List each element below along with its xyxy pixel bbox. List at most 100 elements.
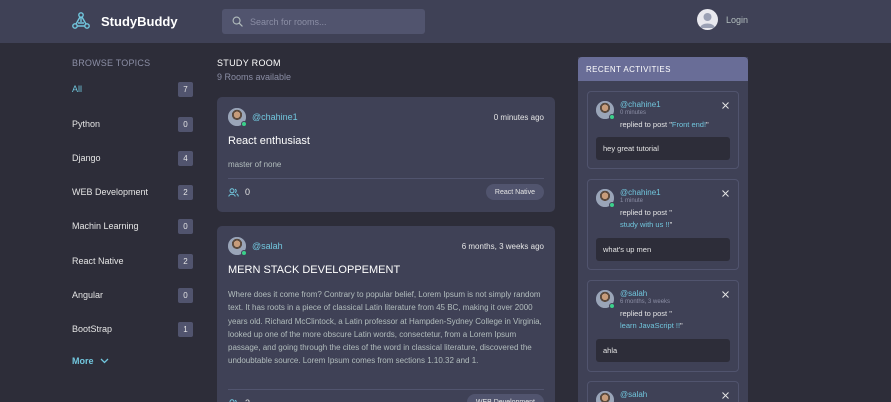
activity-username[interactable]: @salah [620, 390, 647, 399]
topic-item-react-native[interactable]: React Native 2 [72, 253, 193, 269]
browse-topics-title: BROWSE TOPICS [72, 58, 151, 68]
activity-item: @salah 6 months, 3 weeks replied to post… [587, 280, 739, 372]
search-icon [232, 16, 243, 27]
topic-label: WEB Development [72, 187, 149, 197]
close-icon[interactable] [722, 102, 729, 109]
topic-label: Python [72, 119, 101, 129]
online-status-icon [241, 121, 247, 127]
activity-post-link[interactable]: study with us !! [620, 220, 670, 229]
activity-action: replied to post " [620, 309, 672, 318]
more-topics-button[interactable]: More [72, 356, 109, 366]
topic-item-bootstrap[interactable]: BootStrap 1 [72, 321, 193, 337]
topic-count-badge: 0 [178, 218, 193, 234]
study-room-heading: STUDY ROOM [217, 58, 281, 68]
topic-count-badge: 7 [178, 81, 193, 97]
topic-label: All [72, 84, 83, 94]
activity-action-text: replied to post "Front end!" [620, 119, 709, 131]
activity-time: 0 minutes [620, 110, 647, 116]
host-username: @salah [252, 241, 283, 251]
activity-action: replied to post " [620, 120, 672, 129]
topic-label: Machin Learning [72, 221, 139, 231]
recent-activities-title: RECENT ACTIVITIES [578, 57, 748, 81]
activity-post-link[interactable]: learn JavaScript !! [620, 321, 680, 330]
topic-item-all[interactable]: All 7 [72, 81, 193, 97]
app-logo[interactable]: StudyBuddy [71, 11, 178, 31]
topic-item-python[interactable]: Python 0 [72, 116, 193, 132]
participants-icon [228, 187, 239, 197]
participants-number: 0 [245, 187, 251, 197]
room-description: master of none [228, 160, 282, 169]
activity-username[interactable]: @salah [620, 289, 647, 298]
topic-label: Angular [72, 290, 104, 300]
close-icon[interactable] [722, 392, 729, 399]
search-input[interactable] [250, 16, 420, 27]
topic-count-badge: 2 [178, 184, 193, 200]
rooms-available-count: 9 Rooms available [217, 72, 292, 82]
close-icon[interactable] [722, 190, 729, 197]
room-title[interactable]: React enthusiast [228, 135, 310, 147]
topic-item-angular[interactable]: Angular 0 [72, 287, 193, 303]
activity-time: 1 minute [620, 198, 644, 204]
chevron-down-icon [100, 358, 108, 364]
activity-post-suffix: " [669, 220, 673, 229]
activity-action-text: replied to post " study with us !!" [620, 207, 672, 231]
room-topic-tag[interactable]: WEB Development [466, 394, 544, 402]
card-divider [228, 178, 544, 179]
topic-count-badge: 0 [178, 116, 193, 132]
activity-reply: hey great tutorial [596, 137, 730, 160]
topic-item-web-development[interactable]: WEB Development 2 [72, 184, 193, 200]
close-icon[interactable] [722, 291, 729, 298]
app-name: StudyBuddy [101, 13, 178, 29]
participants-number: 2 [245, 398, 250, 402]
login-link[interactable]: Login [697, 9, 748, 30]
user-avatar-icon [228, 237, 247, 256]
participants-count: 0 [228, 187, 250, 197]
room-title[interactable]: MERN STACK DEVELOPPEMENT [228, 264, 400, 276]
login-label: Login [726, 14, 749, 25]
room-description: Where does it come from? Contrary to pop… [228, 290, 542, 366]
topic-label: React Native [72, 256, 124, 266]
activity-time: 6 months, 3 weeks [620, 299, 671, 305]
room-timestamp: 0 minutes ago [493, 113, 544, 122]
online-status-icon [609, 202, 615, 208]
room-card[interactable]: @chahine1 0 minutes ago React enthusiast… [217, 97, 555, 212]
topic-item-machine-learning[interactable]: Machin Learning 0 [72, 218, 193, 234]
participants-icon [229, 398, 237, 402]
recent-activities-panel: RECENT ACTIVITIES @chahine1 0 minutes re… [578, 57, 748, 402]
room-topic-tag[interactable]: React Native [485, 184, 544, 200]
user-avatar-icon [228, 108, 247, 127]
room-timestamp: 6 months, 3 weeks ago [461, 242, 544, 251]
topic-item-django[interactable]: Django 4 [72, 150, 193, 166]
topic-count-badge: 1 [178, 321, 193, 337]
room-host[interactable]: @salah [228, 237, 283, 256]
topic-count-badge: 4 [178, 150, 193, 166]
user-avatar-icon [596, 290, 615, 309]
activity-action: replied to post " [620, 208, 672, 217]
activity-username[interactable]: @chahine1 [620, 188, 661, 197]
activity-item: @chahine1 0 minutes replied to post "Fro… [587, 91, 739, 169]
user-avatar-icon [596, 101, 615, 120]
activity-username[interactable]: @chahine1 [620, 100, 661, 109]
top-navbar: StudyBuddy Login [0, 0, 891, 43]
topic-label: Django [72, 153, 101, 163]
card-divider [228, 389, 544, 390]
activity-item: @chahine1 1 minute replied to post " stu… [587, 179, 739, 270]
topic-label: BootStrap [72, 324, 113, 334]
host-username: @chahine1 [252, 112, 298, 122]
activity-post-suffix: " [680, 321, 683, 330]
room-card[interactable]: @salah 6 months, 3 weeks ago MERN STACK … [217, 226, 555, 402]
activity-reply: what's up men [596, 238, 730, 261]
topic-count-badge: 2 [178, 253, 193, 269]
activity-item: @salah [587, 381, 739, 402]
search-bar[interactable] [222, 9, 425, 34]
user-avatar-icon [596, 391, 614, 402]
user-avatar-icon [697, 9, 718, 30]
topic-count-badge: 0 [178, 287, 193, 303]
online-status-icon [241, 250, 247, 256]
online-status-icon [609, 114, 615, 120]
activity-post-link[interactable]: Front end! [672, 120, 706, 129]
activity-post-suffix: " [706, 120, 709, 129]
network-logo-icon [72, 12, 90, 29]
room-host[interactable]: @chahine1 [228, 108, 298, 127]
activity-action-text: replied to post " learn JavaScript !!" [620, 308, 683, 332]
